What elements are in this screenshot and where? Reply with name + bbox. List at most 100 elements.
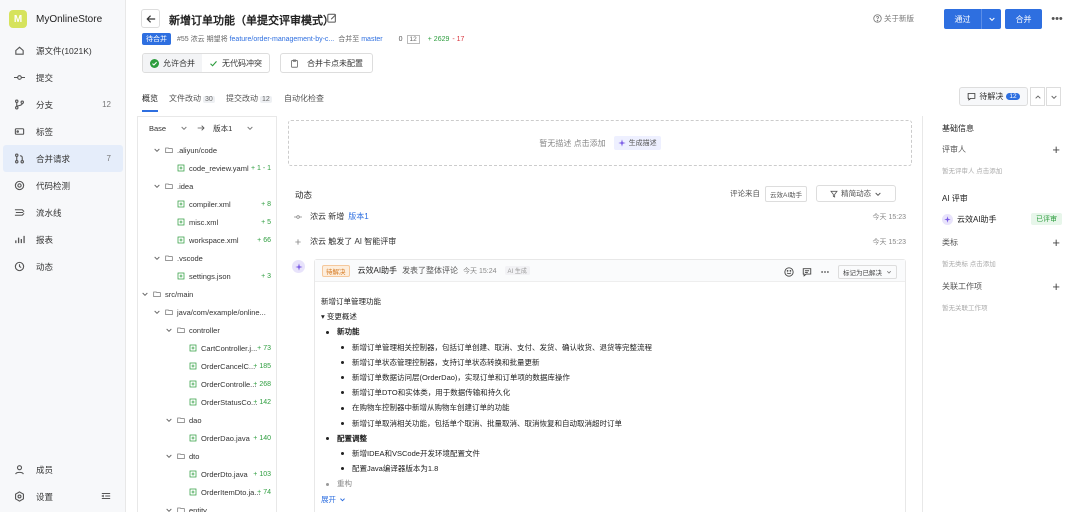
tab-overview[interactable]: 概览 <box>142 93 158 112</box>
arrow-left-icon <box>145 14 156 24</box>
tree-file[interactable]: OrderDao.java + 140 <box>177 429 275 447</box>
target-branch-link[interactable]: master <box>361 36 382 43</box>
tree-folder[interactable]: dto <box>165 447 275 465</box>
tree-file[interactable]: code_review.yaml + 1 - 1 <box>165 159 275 177</box>
chevron-down-icon <box>165 326 173 334</box>
section-config: 配置调整 <box>321 431 896 446</box>
tree-file[interactable]: OrderItemDto.ja... + 74 <box>177 483 275 501</box>
emoji-icon[interactable] <box>784 267 794 277</box>
approve-button[interactable]: 通过 <box>944 9 981 29</box>
pending-issues-button[interactable]: 待解决 12 <box>959 87 1028 106</box>
files-count-a: 0 <box>398 35 403 43</box>
sidebar-item-branches[interactable]: 分支 12 <box>3 91 123 118</box>
expand-label: 展开 <box>321 494 336 504</box>
tree-folder[interactable]: controller <box>165 321 275 339</box>
repo-brand[interactable]: M MyOnlineStore <box>9 10 102 28</box>
tree-file[interactable]: CartController.j... + 73 <box>177 339 275 357</box>
tab-label: 自动化检查 <box>284 94 324 103</box>
tree-item-label: dao <box>189 415 202 425</box>
sidebar-item-settings[interactable]: 设置 <box>3 483 123 510</box>
summary-toggle[interactable]: ▾ 变更概述 <box>321 309 896 324</box>
sidebar-item-code-scan[interactable]: 代码检测 <box>3 172 123 199</box>
chevron-down-icon <box>246 124 254 132</box>
edit-title-icon[interactable] <box>327 13 337 23</box>
check-no-conflict[interactable]: 无代码冲突 <box>202 54 269 72</box>
tree-folder[interactable]: dao <box>165 411 275 429</box>
tree-folder[interactable]: .aliyun/code <box>153 141 275 159</box>
sidebar-item-tags[interactable]: 标签 <box>3 118 123 145</box>
sidebar-item-source[interactable]: 源文件(1021K) <box>3 37 123 64</box>
base-select[interactable]: Base <box>149 124 188 133</box>
source-branch-link[interactable]: feature/order-management-by-c... <box>230 36 335 43</box>
sidebar-nav: 源文件(1021K) 提交 分支 12 标签 合并请求 7 代码检测 流水线 报… <box>0 37 126 280</box>
history-icon <box>14 261 25 272</box>
version-select[interactable]: 版本1 <box>213 123 254 134</box>
merge-gate-card[interactable]: 合并卡点未配置 <box>280 53 373 73</box>
tab-commits[interactable]: 提交改动 12 <box>226 93 272 104</box>
mark-resolved-button[interactable]: 标记为已解决 <box>838 265 897 279</box>
comment-author: 云效AI助手 <box>357 266 398 275</box>
approve-button-group: 通过 <box>944 9 1001 29</box>
folder-icon <box>177 416 185 424</box>
merge-button[interactable]: 合并 <box>1005 9 1042 29</box>
tree-item-label: OrderStatusCo... <box>201 397 258 407</box>
collapse-sidebar-icon[interactable] <box>101 491 111 503</box>
tree-folder[interactable]: .idea <box>153 177 275 195</box>
comment-source-filter[interactable]: 云效AI助手 <box>765 185 808 202</box>
tree-file[interactable]: misc.xml + 5 <box>165 213 275 231</box>
tree-item-label: .idea <box>177 181 194 191</box>
tree-folder[interactable]: entity <box>165 501 275 512</box>
tree-file[interactable]: settings.json + 3 <box>165 267 275 285</box>
plus-icon <box>294 238 302 246</box>
prev-issue-button[interactable] <box>1030 87 1045 106</box>
more-icon[interactable] <box>820 267 830 277</box>
event-version-link[interactable]: 版本1 <box>348 211 368 222</box>
about-new-version-link[interactable]: 关于新版 <box>873 13 914 24</box>
status-badge: 待合并 <box>142 33 171 45</box>
sidebar-item-activity[interactable]: 动态 <box>3 253 123 280</box>
sidebar-item-pipeline[interactable]: 流水线 <box>3 199 123 226</box>
expand-button[interactable]: 展开 <box>321 492 896 507</box>
reply-icon[interactable] <box>802 267 812 277</box>
chevron-down-icon <box>1050 93 1058 101</box>
folder-icon <box>177 506 185 512</box>
add-label-button[interactable]: + <box>1052 236 1060 249</box>
tree-file[interactable]: compiler.xml + 8 <box>165 195 275 213</box>
sidebar-item-commits[interactable]: 提交 <box>3 64 123 91</box>
next-issue-button[interactable] <box>1046 87 1061 106</box>
approve-dropdown-button[interactable] <box>981 9 1001 29</box>
check-merge-allowed[interactable]: 允许合并 <box>143 54 202 72</box>
generate-description-button[interactable]: 生成描述 <box>613 136 661 150</box>
tree-item-delta: + 66 <box>257 236 271 244</box>
sidebar-item-merge-requests[interactable]: 合并请求 7 <box>3 145 123 172</box>
add-work-item-button[interactable]: + <box>1052 280 1060 293</box>
tree-file[interactable]: workspace.xml + 66 <box>165 231 275 249</box>
tab-auto-checks[interactable]: 自动化检查 <box>284 93 324 104</box>
added-file-icon <box>189 344 197 352</box>
tab-file-changes[interactable]: 文件改动 30 <box>169 93 215 104</box>
tree-folder[interactable]: java/com/example/online... <box>153 303 275 321</box>
reviewers-empty[interactable]: 暂无评审人 点击添加 <box>942 165 1002 175</box>
tree-file[interactable]: OrderStatusCo... + 142 <box>177 393 275 411</box>
tab-label: 概览 <box>142 94 158 103</box>
tree-file[interactable]: OrderDto.java + 103 <box>177 465 275 483</box>
labels-empty[interactable]: 暂无类标 点击添加 <box>942 258 996 268</box>
add-reviewer-button[interactable]: + <box>1052 143 1060 156</box>
tree-folder[interactable]: .vscode <box>153 249 275 267</box>
tree-file[interactable]: OrderCancelC... + 185 <box>177 357 275 375</box>
sidebar-item-members[interactable]: 成员 <box>3 456 123 483</box>
bullet-dot <box>341 391 344 395</box>
chevron-down-icon <box>165 452 173 460</box>
tree-file[interactable]: OrderControlle... + 268 <box>177 375 275 393</box>
mr-author: 浓云 <box>190 36 205 43</box>
folder-icon <box>153 290 161 298</box>
description-empty[interactable]: 暂无描述 点击添加 生成描述 <box>288 120 912 166</box>
sidebar-item-reports[interactable]: 报表 <box>3 226 123 253</box>
more-options-button[interactable]: ••• <box>1048 10 1066 28</box>
sparkle-icon <box>617 139 626 147</box>
back-button[interactable] <box>141 9 160 28</box>
tree-folder[interactable]: src/main <box>141 285 275 303</box>
tab-count: 30 <box>203 96 215 103</box>
activity-filter-select[interactable]: 精简动态 <box>816 185 897 202</box>
files-count-b: 12 <box>406 34 420 44</box>
